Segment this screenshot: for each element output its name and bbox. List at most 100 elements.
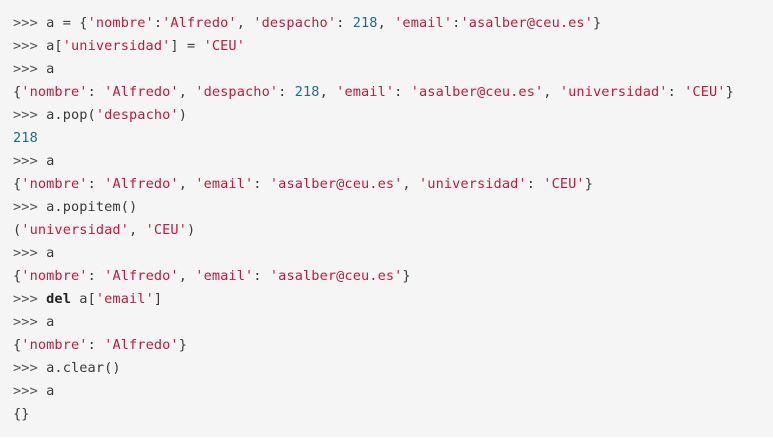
- string-literal: 'Alfredo': [104, 176, 179, 192]
- code-text: :: [394, 84, 411, 100]
- code-text: :: [253, 268, 270, 284]
- code-text: ,: [319, 84, 337, 100]
- prompt-marker: >>>: [13, 199, 47, 215]
- code-text: :: [667, 84, 685, 100]
- code-text: :: [336, 15, 353, 31]
- code-text: a: [46, 314, 55, 330]
- code-text: }: [725, 84, 734, 100]
- string-literal: 'CEU': [203, 38, 245, 54]
- code-text: ,: [129, 222, 146, 238]
- string-literal: 'despacho': [195, 84, 279, 100]
- string-literal: 'universidad': [21, 222, 129, 238]
- string-literal: 'despacho': [253, 15, 337, 31]
- number-literal: 218: [352, 15, 378, 31]
- code-text: a: [46, 61, 55, 77]
- code-text: :: [278, 84, 295, 100]
- string-literal: 'email': [195, 176, 254, 192]
- prompt-marker: >>>: [13, 314, 47, 330]
- code-text: ,: [236, 15, 254, 31]
- string-literal: 'asalber@ceu.es': [269, 268, 403, 284]
- string-literal: 'nombre': [21, 337, 88, 353]
- code-text: ): [178, 107, 187, 123]
- code-text: ] =: [170, 38, 204, 54]
- string-literal: 'CEU': [145, 222, 187, 238]
- code-line: {'nombre': 'Alfredo', 'email': 'asalber@…: [13, 265, 773, 288]
- prompt-marker: >>>: [13, 360, 47, 376]
- code-line: >>> a.pop('despacho'): [13, 104, 773, 127]
- code-line: >>> a: [13, 150, 773, 173]
- code-line: {}: [13, 403, 773, 426]
- code-line: {'nombre': 'Alfredo', 'despacho': 218, '…: [13, 81, 773, 104]
- code-text: }: [402, 268, 411, 284]
- code-line: >>> a: [13, 380, 773, 403]
- code-line: >>> del a['email']: [13, 288, 773, 311]
- code-text: ,: [178, 176, 196, 192]
- code-text: :: [87, 176, 105, 192]
- code-line: ('universidad', 'CEU'): [13, 219, 773, 242]
- code-text: ,: [178, 268, 196, 284]
- code-text: a: [46, 153, 55, 169]
- code-text: ]: [153, 291, 163, 307]
- string-literal: 'asalber@ceu.es': [269, 176, 403, 192]
- code-text: }: [584, 176, 593, 192]
- code-line: >>> a: [13, 242, 773, 265]
- code-text: }: [592, 15, 602, 31]
- string-literal: 'universidad': [559, 84, 668, 100]
- code-lines: >>> a = {'nombre':'Alfredo', 'despacho':…: [13, 12, 773, 426]
- code-line: >>> a: [13, 311, 773, 334]
- code-line: >>> a['universidad'] = 'CEU': [13, 35, 773, 58]
- string-literal: 'email': [336, 84, 395, 100]
- code-text: ,: [178, 84, 196, 100]
- code-text: {}: [13, 406, 30, 422]
- prompt-marker: >>>: [13, 38, 47, 54]
- string-literal: 'Alfredo': [104, 84, 179, 100]
- code-text: :: [87, 268, 105, 284]
- string-literal: 'despacho': [95, 107, 179, 123]
- code-line: {'nombre': 'Alfredo'}: [13, 334, 773, 357]
- code-text: ,: [543, 84, 560, 100]
- prompt-marker: >>>: [13, 107, 47, 123]
- code-line: {'nombre': 'Alfredo', 'email': 'asalber@…: [13, 173, 773, 196]
- code-text: :: [526, 176, 544, 192]
- code-text: ,: [377, 15, 395, 31]
- prompt-marker: >>>: [13, 291, 47, 307]
- code-text: a.pop(: [46, 107, 96, 123]
- string-literal: 'universidad': [419, 176, 527, 192]
- string-literal: 'Alfredo': [104, 268, 179, 284]
- code-line: >>> a: [13, 58, 773, 81]
- code-text: ,: [402, 176, 419, 192]
- code-line: >>> a.popitem(): [13, 196, 773, 219]
- prompt-marker: >>>: [13, 15, 47, 31]
- code-text: :: [153, 15, 163, 31]
- code-text: ): [187, 222, 196, 238]
- code-line: >>> a = {'nombre':'Alfredo', 'despacho':…: [13, 12, 773, 35]
- string-literal: 'nombre': [87, 15, 154, 31]
- prompt-marker: >>>: [13, 153, 47, 169]
- code-text: a[: [46, 38, 63, 54]
- code-line: 218: [13, 127, 773, 150]
- code-text: :: [87, 84, 105, 100]
- code-text: :: [87, 337, 105, 353]
- code-line: >>> a.clear(): [13, 357, 773, 380]
- code-block: >>> a = {'nombre':'Alfredo', 'despacho':…: [0, 0, 773, 437]
- prompt-marker: >>>: [13, 61, 47, 77]
- code-text: a: [46, 245, 55, 261]
- code-text: a.popitem(): [46, 199, 138, 215]
- number-literal: 218: [13, 130, 38, 146]
- code-text: a: [46, 383, 55, 399]
- string-literal: 'universidad': [62, 38, 171, 54]
- string-literal: 'CEU': [684, 84, 726, 100]
- string-literal: 'nombre': [21, 268, 88, 284]
- code-text: a.clear(): [46, 360, 121, 376]
- string-literal: 'Alfredo': [162, 15, 237, 31]
- code-text: a = {: [46, 15, 88, 31]
- string-literal: 'asalber@ceu.es': [460, 15, 593, 31]
- string-literal: 'email': [195, 268, 254, 284]
- code-text: }: [178, 337, 188, 353]
- number-literal: 218: [294, 84, 320, 100]
- prompt-marker: >>>: [13, 383, 47, 399]
- string-literal: 'CEU': [543, 176, 585, 192]
- prompt-marker: >>>: [13, 245, 47, 261]
- code-text: :: [253, 176, 270, 192]
- code-text: a[: [71, 291, 96, 307]
